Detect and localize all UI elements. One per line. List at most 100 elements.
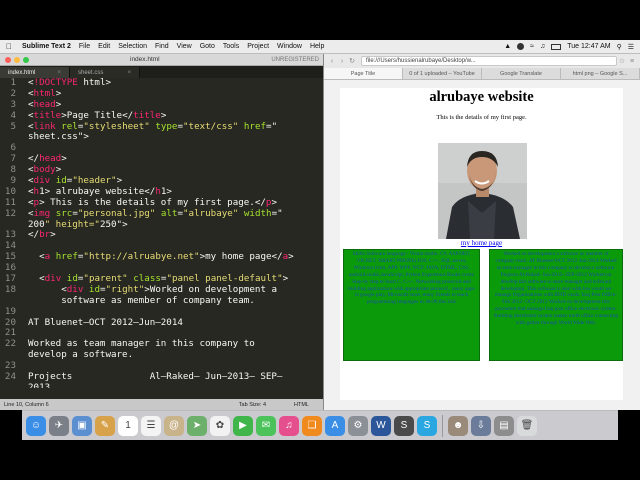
sublime-window: index.html UNREGISTERED index.html × she… bbox=[0, 54, 323, 410]
word-icon[interactable]: W bbox=[371, 415, 391, 436]
code-text: software as member of company team. bbox=[28, 294, 255, 306]
page-viewport: alrubaye website This is the details of … bbox=[340, 88, 623, 400]
menu-app-name[interactable]: Sublime Text 2 bbox=[22, 43, 71, 50]
appstore-icon[interactable]: A bbox=[325, 415, 345, 436]
code-text: </br> bbox=[28, 229, 56, 241]
launchpad-icon[interactable]: ✈ bbox=[49, 415, 69, 436]
tab-sheet-css[interactable]: sheet.css × bbox=[70, 67, 140, 78]
finder-icon[interactable]: ☺ bbox=[26, 415, 46, 436]
dock-separator bbox=[442, 414, 443, 437]
photo-user-icon[interactable]: ☻ bbox=[448, 415, 468, 436]
browser-toolbar: ‹ › ↻ file:///Users/hussienalrubaye/Desk… bbox=[324, 54, 640, 68]
preview-icon[interactable]: ▣ bbox=[72, 415, 92, 436]
close-tab-icon[interactable]: × bbox=[127, 70, 131, 76]
browser-tab-google-translate[interactable]: Google Translate bbox=[482, 68, 561, 79]
close-window-icon[interactable] bbox=[5, 56, 11, 63]
tab-label: index.html bbox=[8, 69, 36, 76]
tab-size-selector[interactable]: Tab Size: 4 bbox=[239, 402, 266, 408]
menu-selection[interactable]: Selection bbox=[118, 43, 147, 50]
line-number: 18 bbox=[4, 283, 16, 295]
menu-edit[interactable]: Edit bbox=[98, 43, 110, 50]
line-number: 4 bbox=[10, 109, 16, 121]
upload-icon[interactable]: ▲ bbox=[504, 43, 511, 50]
page-heading: alrubaye website bbox=[429, 89, 534, 105]
menu-bar:  Sublime Text 2 File Edit Selection Fin… bbox=[0, 40, 640, 54]
tab-label: sheet.css bbox=[78, 69, 104, 76]
itunes-icon[interactable]: ♫ bbox=[279, 415, 299, 436]
reload-icon[interactable]: ↻ bbox=[347, 57, 357, 65]
browser-tab-page-title[interactable]: Page Title bbox=[324, 68, 403, 79]
code-text: develop a software. bbox=[28, 349, 134, 361]
code-line[interactable]: develop a software. bbox=[0, 349, 323, 361]
notification-center-icon[interactable]: ☰ bbox=[628, 43, 634, 51]
reminders-icon[interactable]: ☰ bbox=[141, 415, 161, 436]
apple-icon[interactable]:  bbox=[6, 42, 16, 51]
code-editor[interactable]: 1 <!DOCTYPE html> 2 <html> 3 <head> 4 <title>Pa… bbox=[0, 78, 323, 388]
browser-menu-icon[interactable]: ≡ bbox=[627, 58, 637, 65]
maps-icon[interactable]: ➤ bbox=[187, 415, 207, 436]
page-intro-text: This is the details of my first page. bbox=[436, 114, 527, 121]
record-icon[interactable] bbox=[517, 43, 525, 50]
messages-icon[interactable]: ✉ bbox=[256, 415, 276, 436]
menu-help[interactable]: Help bbox=[310, 43, 324, 50]
menu-view[interactable]: View bbox=[177, 43, 192, 50]
code-line[interactable]: 20 AT Bluenet–OCT 2012–Jun–2014 bbox=[0, 316, 323, 329]
menu-goto[interactable]: Goto bbox=[200, 43, 215, 50]
code-line[interactable]: 15 <a href="http://alruabye.net">my home… bbox=[0, 251, 323, 263]
code-line[interactable]: 2013 bbox=[0, 382, 323, 388]
code-line[interactable]: sheet.css"> bbox=[0, 132, 323, 143]
close-tab-icon[interactable]: × bbox=[57, 70, 61, 76]
browser-tab-youtube[interactable]: 0 of 1 uploaded – YouTube bbox=[403, 68, 482, 79]
code-line[interactable]: software as member of company team. bbox=[0, 294, 323, 307]
browser-tab-google-search[interactable]: html png – Google S... bbox=[561, 68, 640, 79]
contacts-icon[interactable]: @ bbox=[164, 415, 184, 436]
menubar-clock[interactable]: Tue 12:47 AM bbox=[567, 43, 610, 50]
menu-file[interactable]: File bbox=[79, 43, 90, 50]
photos-icon[interactable]: ✿ bbox=[210, 415, 230, 436]
downloads-icon[interactable]: ⇩ bbox=[471, 415, 491, 436]
experience-panel: Worked on development a software as memb… bbox=[489, 249, 623, 361]
code-line[interactable]: 13 </br> bbox=[0, 230, 323, 241]
menu-tools[interactable]: Tools bbox=[223, 43, 239, 50]
ibooks-icon[interactable]: ❑ bbox=[302, 415, 322, 436]
code-text: sheet.css"> bbox=[28, 131, 89, 143]
zoom-window-icon[interactable] bbox=[23, 56, 29, 63]
dock: ☺ ✈ ▣ ✎ 1 ☰ @ ➤ ✿ ▶ ✉ ♫ ❑ A ⚙ W S S ☻ ⇩ ▤ 🗑 bbox=[22, 410, 618, 440]
menu-window[interactable]: Window bbox=[277, 43, 302, 50]
forward-icon[interactable]: › bbox=[337, 58, 347, 65]
sublime-icon[interactable]: S bbox=[394, 415, 414, 436]
menu-find[interactable]: Find bbox=[155, 43, 169, 50]
battery-icon[interactable] bbox=[551, 43, 562, 50]
line-number: 19 bbox=[4, 305, 16, 317]
skype-icon[interactable]: S bbox=[417, 415, 437, 436]
profile-photo bbox=[438, 143, 527, 239]
volume-icon[interactable]: ♫ bbox=[540, 43, 545, 50]
sublime-status-bar: Line 10, Column 6 Tab Size: 4 HTML bbox=[0, 399, 323, 410]
system-preferences-icon[interactable]: ⚙ bbox=[348, 415, 368, 436]
bookmark-star-icon[interactable]: ☆ bbox=[617, 57, 627, 65]
sublime-titlebar: index.html UNREGISTERED bbox=[0, 54, 323, 66]
code-text: AT Bluenet–OCT 2012–Jun–2014 bbox=[28, 316, 183, 328]
calendar-icon[interactable]: 1 bbox=[118, 415, 138, 436]
address-bar[interactable]: file:///Users/hussienalrubaye/Desktop/w.… bbox=[361, 56, 617, 66]
menu-project[interactable]: Project bbox=[247, 43, 269, 50]
skills-panel: Skills Software language : Visual studio… bbox=[343, 249, 480, 361]
line-number: 22 bbox=[4, 338, 16, 350]
back-icon[interactable]: ‹ bbox=[327, 58, 337, 65]
wifi-icon[interactable]: ≈ bbox=[530, 43, 534, 50]
code-text: <a href="http://alruabye.net">my home pa… bbox=[39, 251, 294, 263]
syntax-selector[interactable]: HTML bbox=[294, 402, 309, 408]
cursor-position: Line 10, Column 6 bbox=[4, 401, 49, 408]
minimize-window-icon[interactable] bbox=[14, 56, 20, 63]
status-tray: ▲ ≈ ♫ Tue 12:47 AM ⚲ ☰ bbox=[504, 43, 640, 51]
line-number: 5 bbox=[10, 120, 16, 132]
sublime-tab-bar: index.html × sheet.css × bbox=[0, 66, 323, 78]
documents-icon[interactable]: ▤ bbox=[494, 415, 514, 436]
code-text: Projects Al–Raked– Jun–2013– SEP– bbox=[28, 371, 283, 383]
trash-icon[interactable]: 🗑 bbox=[517, 415, 537, 436]
tab-index-html[interactable]: index.html × bbox=[0, 67, 70, 78]
notes-icon[interactable]: ✎ bbox=[95, 415, 115, 436]
facetime-icon[interactable]: ▶ bbox=[233, 415, 253, 436]
spotlight-icon[interactable]: ⚲ bbox=[617, 43, 622, 51]
home-page-link[interactable]: my home page bbox=[340, 239, 623, 247]
